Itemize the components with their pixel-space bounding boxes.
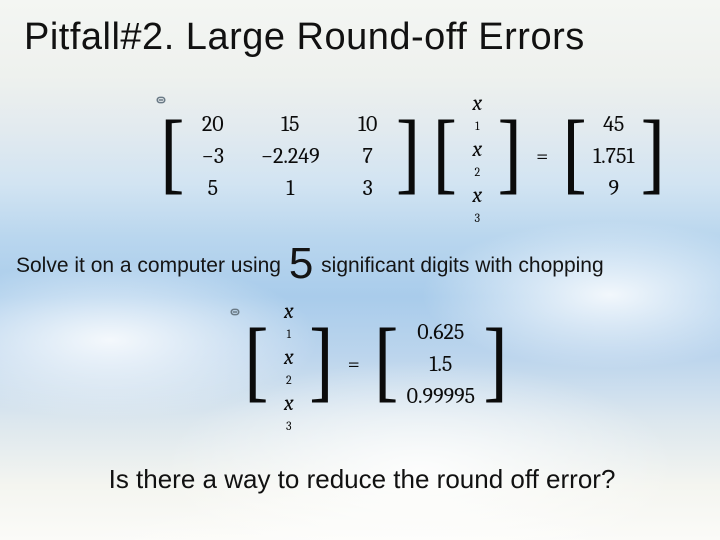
matrix-cell: 15 — [261, 111, 320, 137]
matrix-cell: 20 — [193, 111, 233, 137]
sol-entry: 0.99995 — [407, 383, 475, 409]
x-var: x3 — [463, 182, 491, 222]
b-entry: 9 — [593, 175, 634, 201]
bracket-right: ] — [638, 110, 669, 198]
equals-sign: = — [526, 143, 558, 169]
bracket-left: [ — [240, 318, 271, 406]
instruction-text: Solve it on a computer using 5 significa… — [16, 248, 704, 278]
sol-entry: 0.625 — [407, 319, 475, 345]
x-vector: x1 x2 x3 — [459, 90, 495, 222]
matrix-cell: 10 — [348, 111, 388, 137]
equation-system: [ 20 15 10 −3 −2.249 7 5 1 3 ] [ x1 x2 x… — [156, 90, 669, 222]
slide: Pitfall#2. Large Round-off Errors [ 20 1… — [0, 0, 720, 540]
bracket-left: [ — [156, 110, 187, 198]
bracket-right: ] — [481, 318, 512, 406]
bracket-right: ] — [307, 318, 338, 406]
solution-vector: 0.625 1.5 0.99995 — [401, 319, 481, 409]
bracket-left: [ — [428, 110, 459, 198]
matrix-cell: −3 — [193, 143, 233, 169]
bracket-left: [ — [558, 110, 589, 198]
coefficient-matrix: 20 15 10 −3 −2.249 7 5 1 3 — [187, 111, 394, 201]
x-var: x2 — [275, 344, 303, 384]
matrix-cell: 1 — [261, 175, 320, 201]
b-vector: 45 1.751 9 — [589, 111, 638, 201]
x-var: x1 — [275, 298, 303, 338]
matrix-cell: 5 — [193, 175, 233, 201]
sentence-post: significant digits with chopping — [315, 254, 603, 277]
x-var: x3 — [275, 390, 303, 430]
x-var: x2 — [463, 136, 491, 176]
x-vector: x1 x2 x3 — [271, 298, 307, 430]
b-entry: 1.751 — [593, 143, 634, 169]
bracket-right: ] — [394, 110, 425, 198]
equals-sign: = — [338, 351, 370, 377]
sentence-pre: Solve it on a computer using — [16, 254, 287, 277]
bracket-right: ] — [495, 110, 526, 198]
matrix-cell: 3 — [348, 175, 388, 201]
slide-title: Pitfall#2. Large Round-off Errors — [24, 16, 585, 59]
sol-entry: 1.5 — [407, 351, 475, 377]
closing-question: Is there a way to reduce the round off e… — [42, 464, 682, 495]
digit-five: 5 — [287, 239, 315, 288]
matrix-cell: 7 — [348, 143, 388, 169]
bracket-left: [ — [370, 318, 401, 406]
solution-equation: [ x1 x2 x3 ] = [ 0.625 1.5 0.99995 ] — [240, 298, 512, 430]
b-entry: 45 — [593, 111, 634, 137]
matrix-cell: −2.249 — [261, 143, 320, 169]
x-var: x1 — [463, 90, 491, 130]
